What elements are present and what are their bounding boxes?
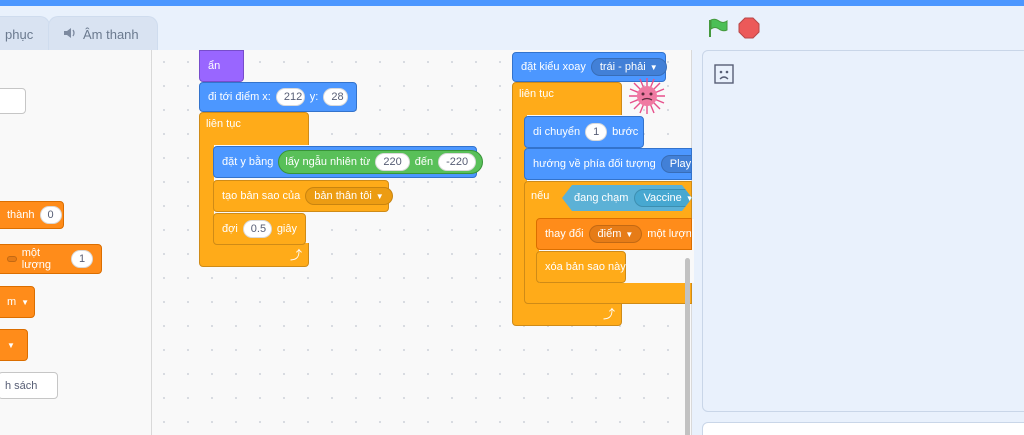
touching-target-dropdown[interactable]: Vaccine ▼ bbox=[634, 189, 702, 207]
change-var-value[interactable]: 1 bbox=[71, 250, 93, 268]
random-from-input[interactable]: 220 bbox=[375, 153, 410, 171]
rotation-value: trái - phải bbox=[599, 61, 646, 73]
palette-text-input[interactable] bbox=[0, 88, 26, 114]
goto-label: đi tới điểm x: bbox=[208, 91, 271, 103]
set-y-label: đặt y bằng bbox=[222, 156, 274, 168]
tab-sounds[interactable]: Âm thanh bbox=[48, 16, 158, 52]
if-label-wrap: nếu bbox=[525, 190, 555, 202]
palette-dropdown-block[interactable]: ▼ bbox=[0, 329, 28, 361]
loop-arrow-icon: ⤴ bbox=[602, 307, 615, 321]
loop-arrow-icon: ⤴ bbox=[289, 248, 302, 262]
set-var-label: thành bbox=[7, 209, 35, 221]
move-label: di chuyển bbox=[533, 126, 581, 138]
hide-label: ẩn bbox=[208, 60, 221, 72]
forever-label-2: liên tục bbox=[519, 88, 554, 100]
random-label: lấy ngẫu nhiên từ bbox=[285, 156, 371, 168]
change-var-dropdown-2[interactable]: điểm ▼ bbox=[588, 225, 643, 243]
change-var-label: một lượng bbox=[21, 247, 52, 271]
random-to-label: đến bbox=[414, 156, 434, 168]
green-flag-icon[interactable] bbox=[706, 17, 728, 44]
clone-target-dropdown[interactable]: bản thân tôi ▼ bbox=[305, 187, 393, 205]
chevron-down-icon: ▼ bbox=[7, 340, 15, 350]
goto-x-input[interactable]: 212 bbox=[275, 88, 305, 106]
block-palette: thành 0 một lượng 1 m ▼ ▼ h sách bbox=[0, 50, 152, 435]
change-label: thay đổi bbox=[545, 228, 584, 240]
chevron-down-icon: ▼ bbox=[21, 297, 30, 307]
chevron-down-icon: ▼ bbox=[625, 229, 634, 239]
move-unit: bước bbox=[612, 126, 639, 138]
rotation-dropdown[interactable]: trái - phải ▼ bbox=[590, 58, 667, 76]
script-area[interactable]: ẩn đi tới điểm x: 212 y: 28 liên tục ⤴ đ… bbox=[152, 50, 692, 435]
wait-input[interactable]: 0.5 bbox=[242, 220, 272, 238]
create-clone-block[interactable]: tạo bản sao của bản thân tôi ▼ bbox=[213, 180, 393, 212]
sad-face-icon bbox=[713, 63, 735, 90]
forever-label-wrap-2: liên tục bbox=[513, 88, 560, 100]
clone-target-value: bản thân tôi bbox=[314, 190, 372, 202]
random-to-input[interactable]: -220 bbox=[438, 153, 477, 171]
set-var-value[interactable]: 0 bbox=[39, 206, 62, 224]
change-amount-label: một lượng bbox=[647, 228, 692, 240]
change-variable-block[interactable]: thay đổi điểm ▼ một lượng bbox=[536, 218, 692, 250]
var-reporter-label: m bbox=[7, 296, 17, 308]
speaker-icon bbox=[63, 27, 77, 42]
change-var-value-2: điểm bbox=[597, 228, 622, 240]
sprite-info-panel bbox=[702, 422, 1024, 435]
tab-costumes[interactable]: phục bbox=[0, 16, 50, 52]
touching-sensor[interactable]: đang chạm Vaccine ▼ bbox=[562, 185, 692, 211]
delete-clone-block[interactable]: xóa bản sao này bbox=[536, 251, 626, 283]
point-towards-block[interactable]: hướng về phía đối tượng Player bbox=[524, 148, 692, 180]
palette-variable-reporter[interactable]: m ▼ bbox=[0, 286, 35, 318]
goto-y-label: y: bbox=[309, 91, 319, 103]
palette-change-variable-block[interactable]: một lượng 1 bbox=[0, 244, 102, 274]
point-target-dropdown[interactable]: Player bbox=[660, 155, 692, 173]
change-var-dropdown[interactable] bbox=[7, 256, 17, 262]
wait-block[interactable]: đợi 0.5 giây bbox=[213, 213, 306, 245]
goto-y-input[interactable]: 28 bbox=[323, 88, 348, 106]
script-area-scrollbar[interactable] bbox=[685, 258, 690, 435]
set-y-block[interactable]: đặt y bằng lấy ngẫu nhiên từ 220 đến -22… bbox=[213, 146, 484, 178]
chevron-down-icon: ▼ bbox=[375, 191, 384, 201]
make-list-button[interactable]: h sách bbox=[0, 372, 58, 399]
point-label: hướng về phía đối tượng bbox=[533, 158, 656, 170]
touching-label: đang chạm bbox=[574, 192, 629, 204]
palette-set-variable-block[interactable]: thành 0 bbox=[0, 201, 64, 229]
chevron-down-icon: ▼ bbox=[649, 62, 658, 72]
stop-icon[interactable] bbox=[738, 17, 760, 44]
goto-xy-block[interactable]: đi tới điểm x: 212 y: 28 bbox=[199, 82, 357, 112]
stage-header bbox=[700, 10, 1024, 50]
move-steps-block[interactable]: di chuyển 1 bước bbox=[524, 116, 644, 148]
tab-sounds-label: Âm thanh bbox=[83, 27, 139, 42]
hide-block[interactable]: ẩn bbox=[199, 50, 244, 82]
delete-clone-label: xóa bản sao này bbox=[545, 261, 626, 273]
rotation-label: đặt kiểu xoay bbox=[521, 61, 586, 73]
random-operator[interactable]: lấy ngẫu nhiên từ 220 đến -220 bbox=[278, 150, 484, 174]
wait-label: đợi bbox=[222, 223, 238, 235]
touching-target-value: Vaccine bbox=[643, 192, 682, 204]
stage[interactable] bbox=[702, 50, 1024, 412]
tab-costumes-label: phục bbox=[5, 27, 34, 42]
editor-tabs: phục Âm thanh bbox=[0, 6, 700, 52]
clone-label: tạo bản sao của bbox=[222, 190, 301, 202]
make-list-label: h sách bbox=[5, 379, 38, 392]
forever-label: liên tục bbox=[206, 118, 241, 130]
forever-label-wrap: liên tục bbox=[200, 118, 247, 130]
virus-sprite-image bbox=[624, 76, 670, 116]
if-label: nếu bbox=[531, 190, 550, 202]
move-input[interactable]: 1 bbox=[585, 123, 608, 141]
point-target-value: Player bbox=[669, 158, 692, 170]
wait-unit: giây bbox=[276, 223, 297, 235]
